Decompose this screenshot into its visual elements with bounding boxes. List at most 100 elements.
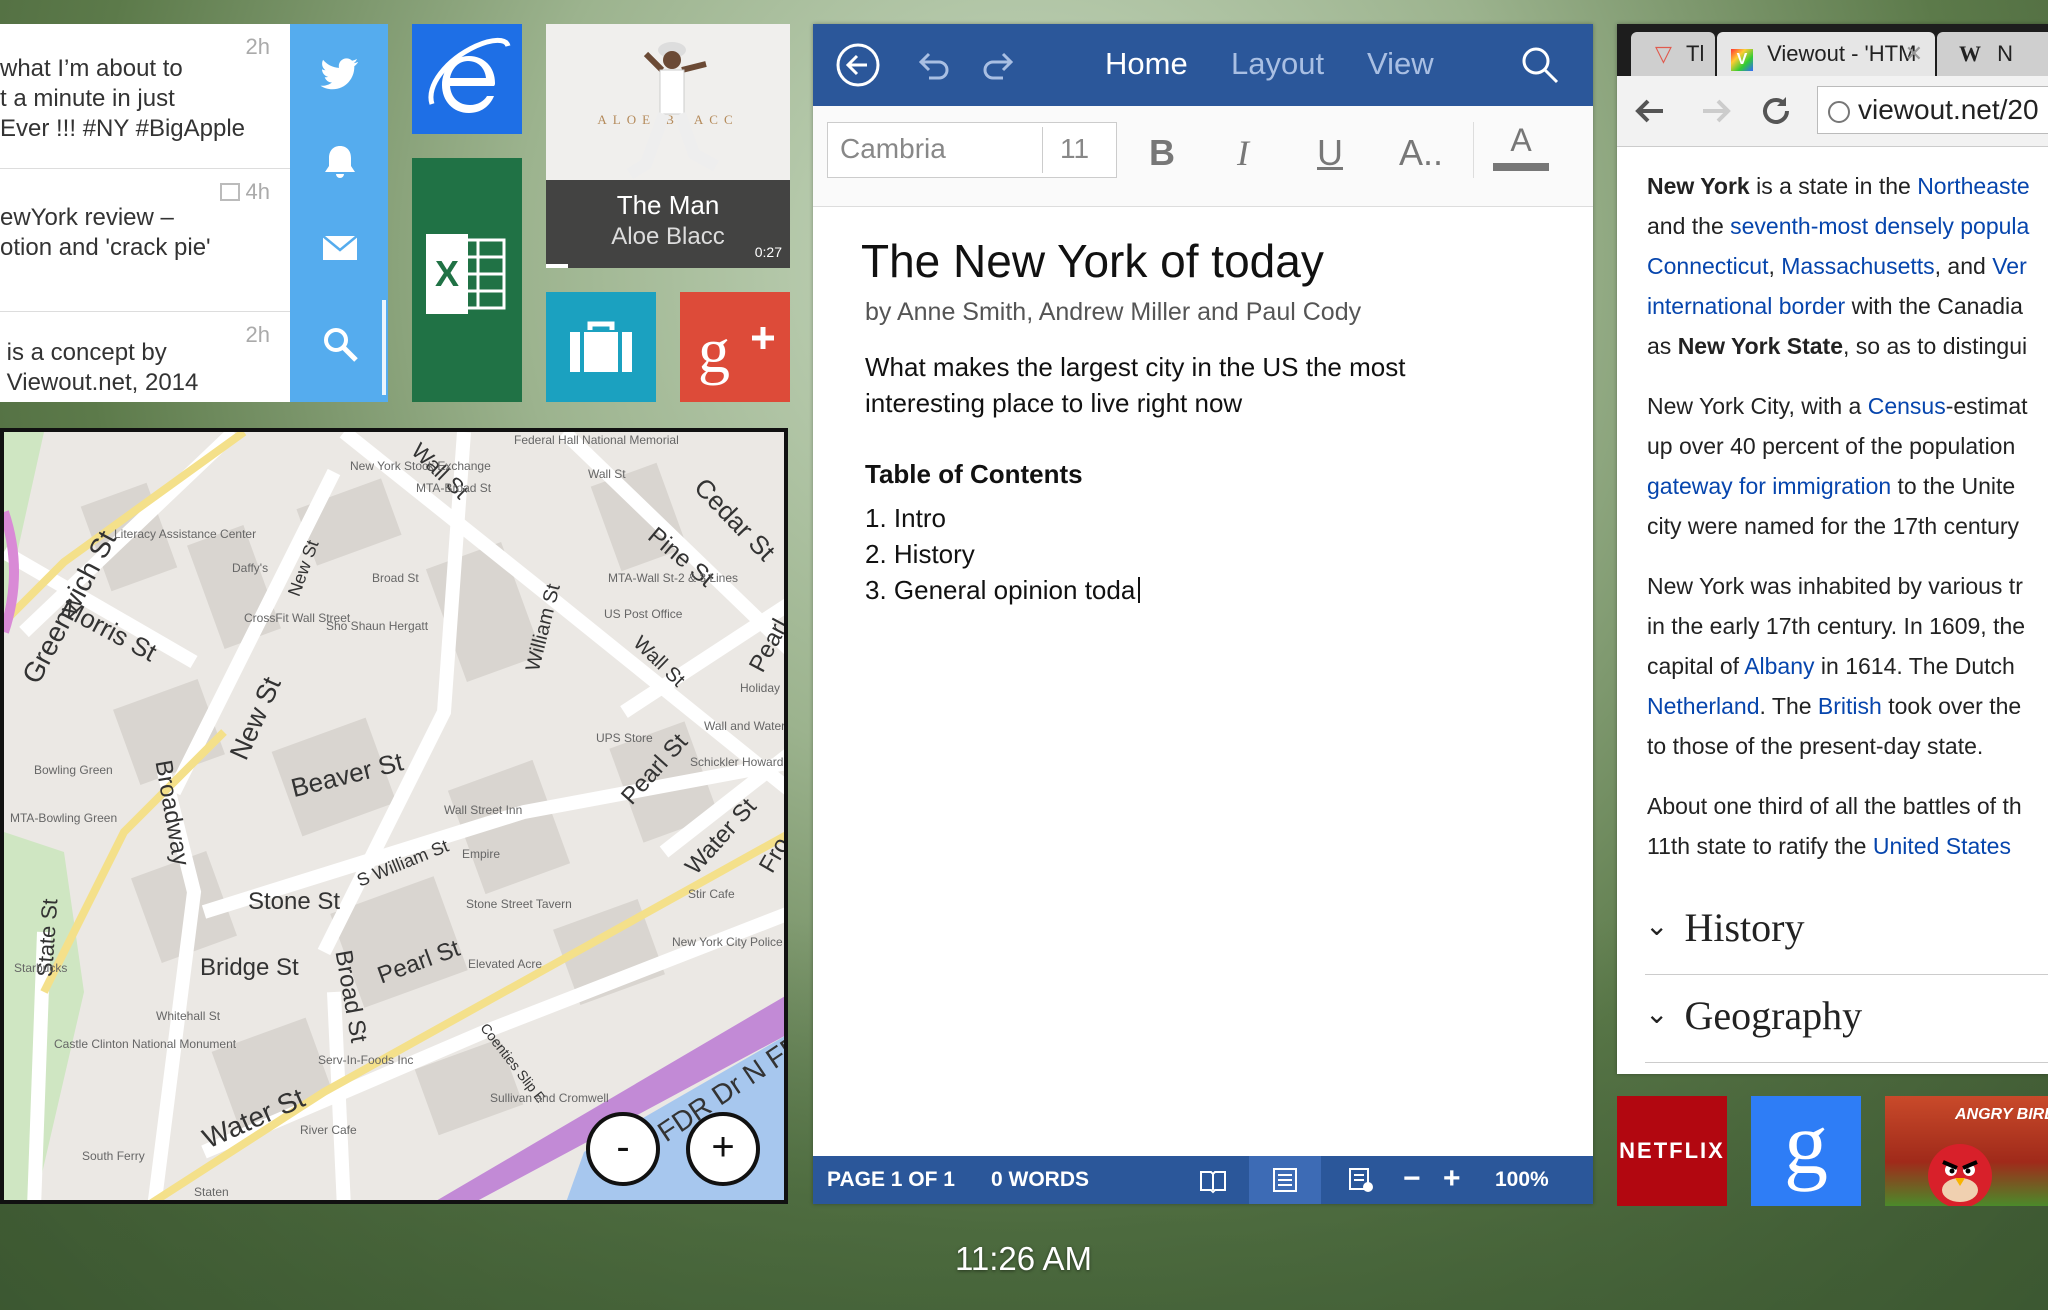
wiki-link[interactable]: Ver: [1992, 253, 2027, 279]
wiki-link[interactable]: British: [1818, 693, 1882, 719]
toc-list: 1. Intro 2. History 3. General opinion t…: [865, 500, 1561, 608]
chevron-down-icon: ⌄: [1645, 998, 1669, 1029]
netflix-tile[interactable]: NETFLIX: [1617, 1096, 1727, 1206]
wiki-paragraph: About one third of all the battles of th…: [1647, 786, 2048, 866]
tab-favicon-icon: ▽: [1655, 41, 1672, 66]
notification-bell-icon[interactable]: [320, 142, 360, 182]
document-subtitle: What makes the largest city in the US th…: [865, 352, 1406, 418]
print-layout-icon: [1273, 1168, 1297, 1192]
wiki-link[interactable]: Netherland: [1647, 693, 1760, 719]
svg-text:g: g: [698, 315, 730, 386]
feed-item[interactable]: what I’m about to t a minute in just Eve…: [0, 24, 290, 169]
map-poi: Stir Cafe: [688, 887, 735, 901]
font-color-button[interactable]: A: [1493, 122, 1549, 182]
clock: 11:26 AM: [955, 1240, 1092, 1277]
wiki-text: in the early 17th century. In 1609, the: [1647, 613, 2026, 639]
excel-tile[interactable]: X: [412, 158, 522, 402]
wiki-link[interactable]: Northeaste: [1917, 173, 2030, 199]
viewout-favicon-icon: V: [1731, 49, 1753, 71]
browser-tab[interactable]: W N: [1937, 32, 2048, 76]
google-plus-tile[interactable]: g: [680, 292, 790, 402]
document-body[interactable]: The New York of today by Anne Smith, And…: [861, 234, 1561, 608]
zoom-level: 100%: [1495, 1168, 1549, 1191]
tab-close-icon[interactable]: ✕: [1905, 32, 1923, 76]
address-bar[interactable]: viewout.net/20: [1817, 86, 2048, 134]
back-arrow-icon[interactable]: [1633, 94, 1667, 128]
search-icon[interactable]: [1519, 44, 1561, 86]
wiki-text: up over 40 percent of the population: [1647, 433, 2016, 459]
wiki-link[interactable]: Massachusetts: [1781, 253, 1934, 279]
wiki-link[interactable]: gateway for immigration: [1647, 473, 1891, 499]
track-duration: 0:27: [754, 244, 782, 260]
back-circle-icon[interactable]: [835, 42, 881, 88]
browser-tab-active[interactable]: V Viewout - 'HTM ✕: [1717, 32, 1935, 76]
mail-icon[interactable]: [320, 228, 360, 268]
map-poi: Sho Shaun Hergatt: [326, 619, 429, 633]
font-style-button[interactable]: A..: [1399, 132, 1443, 174]
browser-tab[interactable]: ▽ Tl: [1631, 32, 1715, 76]
section-history[interactable]: ⌄ History: [1645, 904, 1804, 951]
wiki-link[interactable]: international border: [1647, 293, 1845, 319]
section-geography[interactable]: ⌄ Geography: [1645, 992, 1862, 1039]
forward-arrow-icon[interactable]: [1699, 94, 1733, 128]
netflix-logo: NETFLIX: [1619, 1138, 1725, 1163]
search-icon[interactable]: [320, 324, 360, 364]
briefcase-icon: [570, 321, 632, 372]
zoom-in-button[interactable]: +: [686, 1112, 760, 1186]
tab-view[interactable]: View: [1367, 46, 1434, 82]
feed-item-time: 4h: [219, 179, 270, 205]
wiki-bold-text: New York: [1647, 173, 1750, 199]
font-name: Cambria: [840, 133, 946, 164]
tab-layout[interactable]: Layout: [1231, 46, 1324, 82]
wiki-article: New York is a state in the Northeaste and…: [1647, 166, 2048, 866]
map-poi: Whitehall St: [156, 1009, 221, 1023]
twitter-icon[interactable]: [320, 54, 360, 94]
feed-item-text: is a concept by Viewout.net, 2014: [6, 339, 199, 396]
bold-button[interactable]: B: [1149, 132, 1175, 174]
map-poi: New York Stock Exchange: [350, 459, 491, 473]
wiki-link[interactable]: Albany: [1744, 653, 1814, 679]
google-plus-icon: g: [698, 315, 774, 386]
wiki-link[interactable]: seventh-most densely popula: [1730, 213, 2029, 239]
italic-button[interactable]: I: [1237, 132, 1249, 174]
read-mode-icon[interactable]: [1199, 1166, 1227, 1194]
feed-scrollbar[interactable]: [382, 300, 386, 395]
tab-home[interactable]: Home: [1105, 46, 1188, 82]
map-poi: MTA-Wall St-2 & 3 Lines: [608, 571, 739, 585]
web-layout-icon[interactable]: [1347, 1166, 1375, 1194]
status-bar: PAGE 1 OF 1 0 WORDS − + 100%: [813, 1156, 1593, 1204]
undo-icon[interactable]: [913, 46, 953, 86]
wiki-link[interactable]: United States: [1873, 833, 2011, 859]
internet-explorer-tile[interactable]: [412, 24, 522, 134]
browser-window: ▽ Tl V Viewout - 'HTM ✕ W N viewout.net/…: [1617, 24, 2048, 1074]
street-label: Bridge St: [200, 954, 299, 981]
map-poi: Starbucks: [14, 961, 68, 975]
feed-item[interactable]: is a concept by Viewout.net, 2014 2h: [0, 312, 290, 402]
font-picker[interactable]: Cambria 11: [827, 122, 1117, 178]
print-layout-button[interactable]: [1249, 1156, 1321, 1204]
reload-icon[interactable]: [1759, 94, 1793, 128]
wiki-link[interactable]: Connecticut: [1647, 253, 1768, 279]
wiki-text: is a state in the: [1749, 173, 1918, 199]
word-nav-bar: Home Layout View: [813, 24, 1593, 106]
font-picker-divider: [1042, 127, 1043, 173]
street-label: Stone St: [248, 888, 341, 915]
music-tile[interactable]: ALOE BLACC The Man Aloe Blacc 0:27: [546, 24, 790, 268]
zoom-out-button[interactable]: -: [586, 1112, 660, 1186]
wiki-text: , so as to distingui: [1843, 333, 2028, 359]
wiki-text: as: [1647, 333, 1678, 359]
toolbar-divider: [1473, 122, 1474, 178]
feed-item[interactable]: ewYork review – otion and 'crack pie' 4h: [0, 169, 290, 312]
map-panel[interactable]: Greenwich St Morris St New St Broadway B…: [0, 428, 788, 1204]
feed-item-time-value: 4h: [245, 179, 270, 204]
zoom-decrease-button[interactable]: −: [1403, 1162, 1421, 1196]
store-tile[interactable]: [546, 292, 656, 402]
underline-button[interactable]: U: [1317, 132, 1343, 174]
zoom-increase-button[interactable]: +: [1443, 1162, 1461, 1196]
redo-icon[interactable]: [979, 46, 1019, 86]
angry-birds-tile[interactable]: ANGRY BIRD: [1885, 1096, 2048, 1206]
google-tile[interactable]: g: [1751, 1096, 1861, 1206]
news-icon: [219, 183, 240, 201]
chevron-down-icon: ⌄: [1645, 910, 1669, 941]
wiki-link[interactable]: Census: [1868, 393, 1946, 419]
